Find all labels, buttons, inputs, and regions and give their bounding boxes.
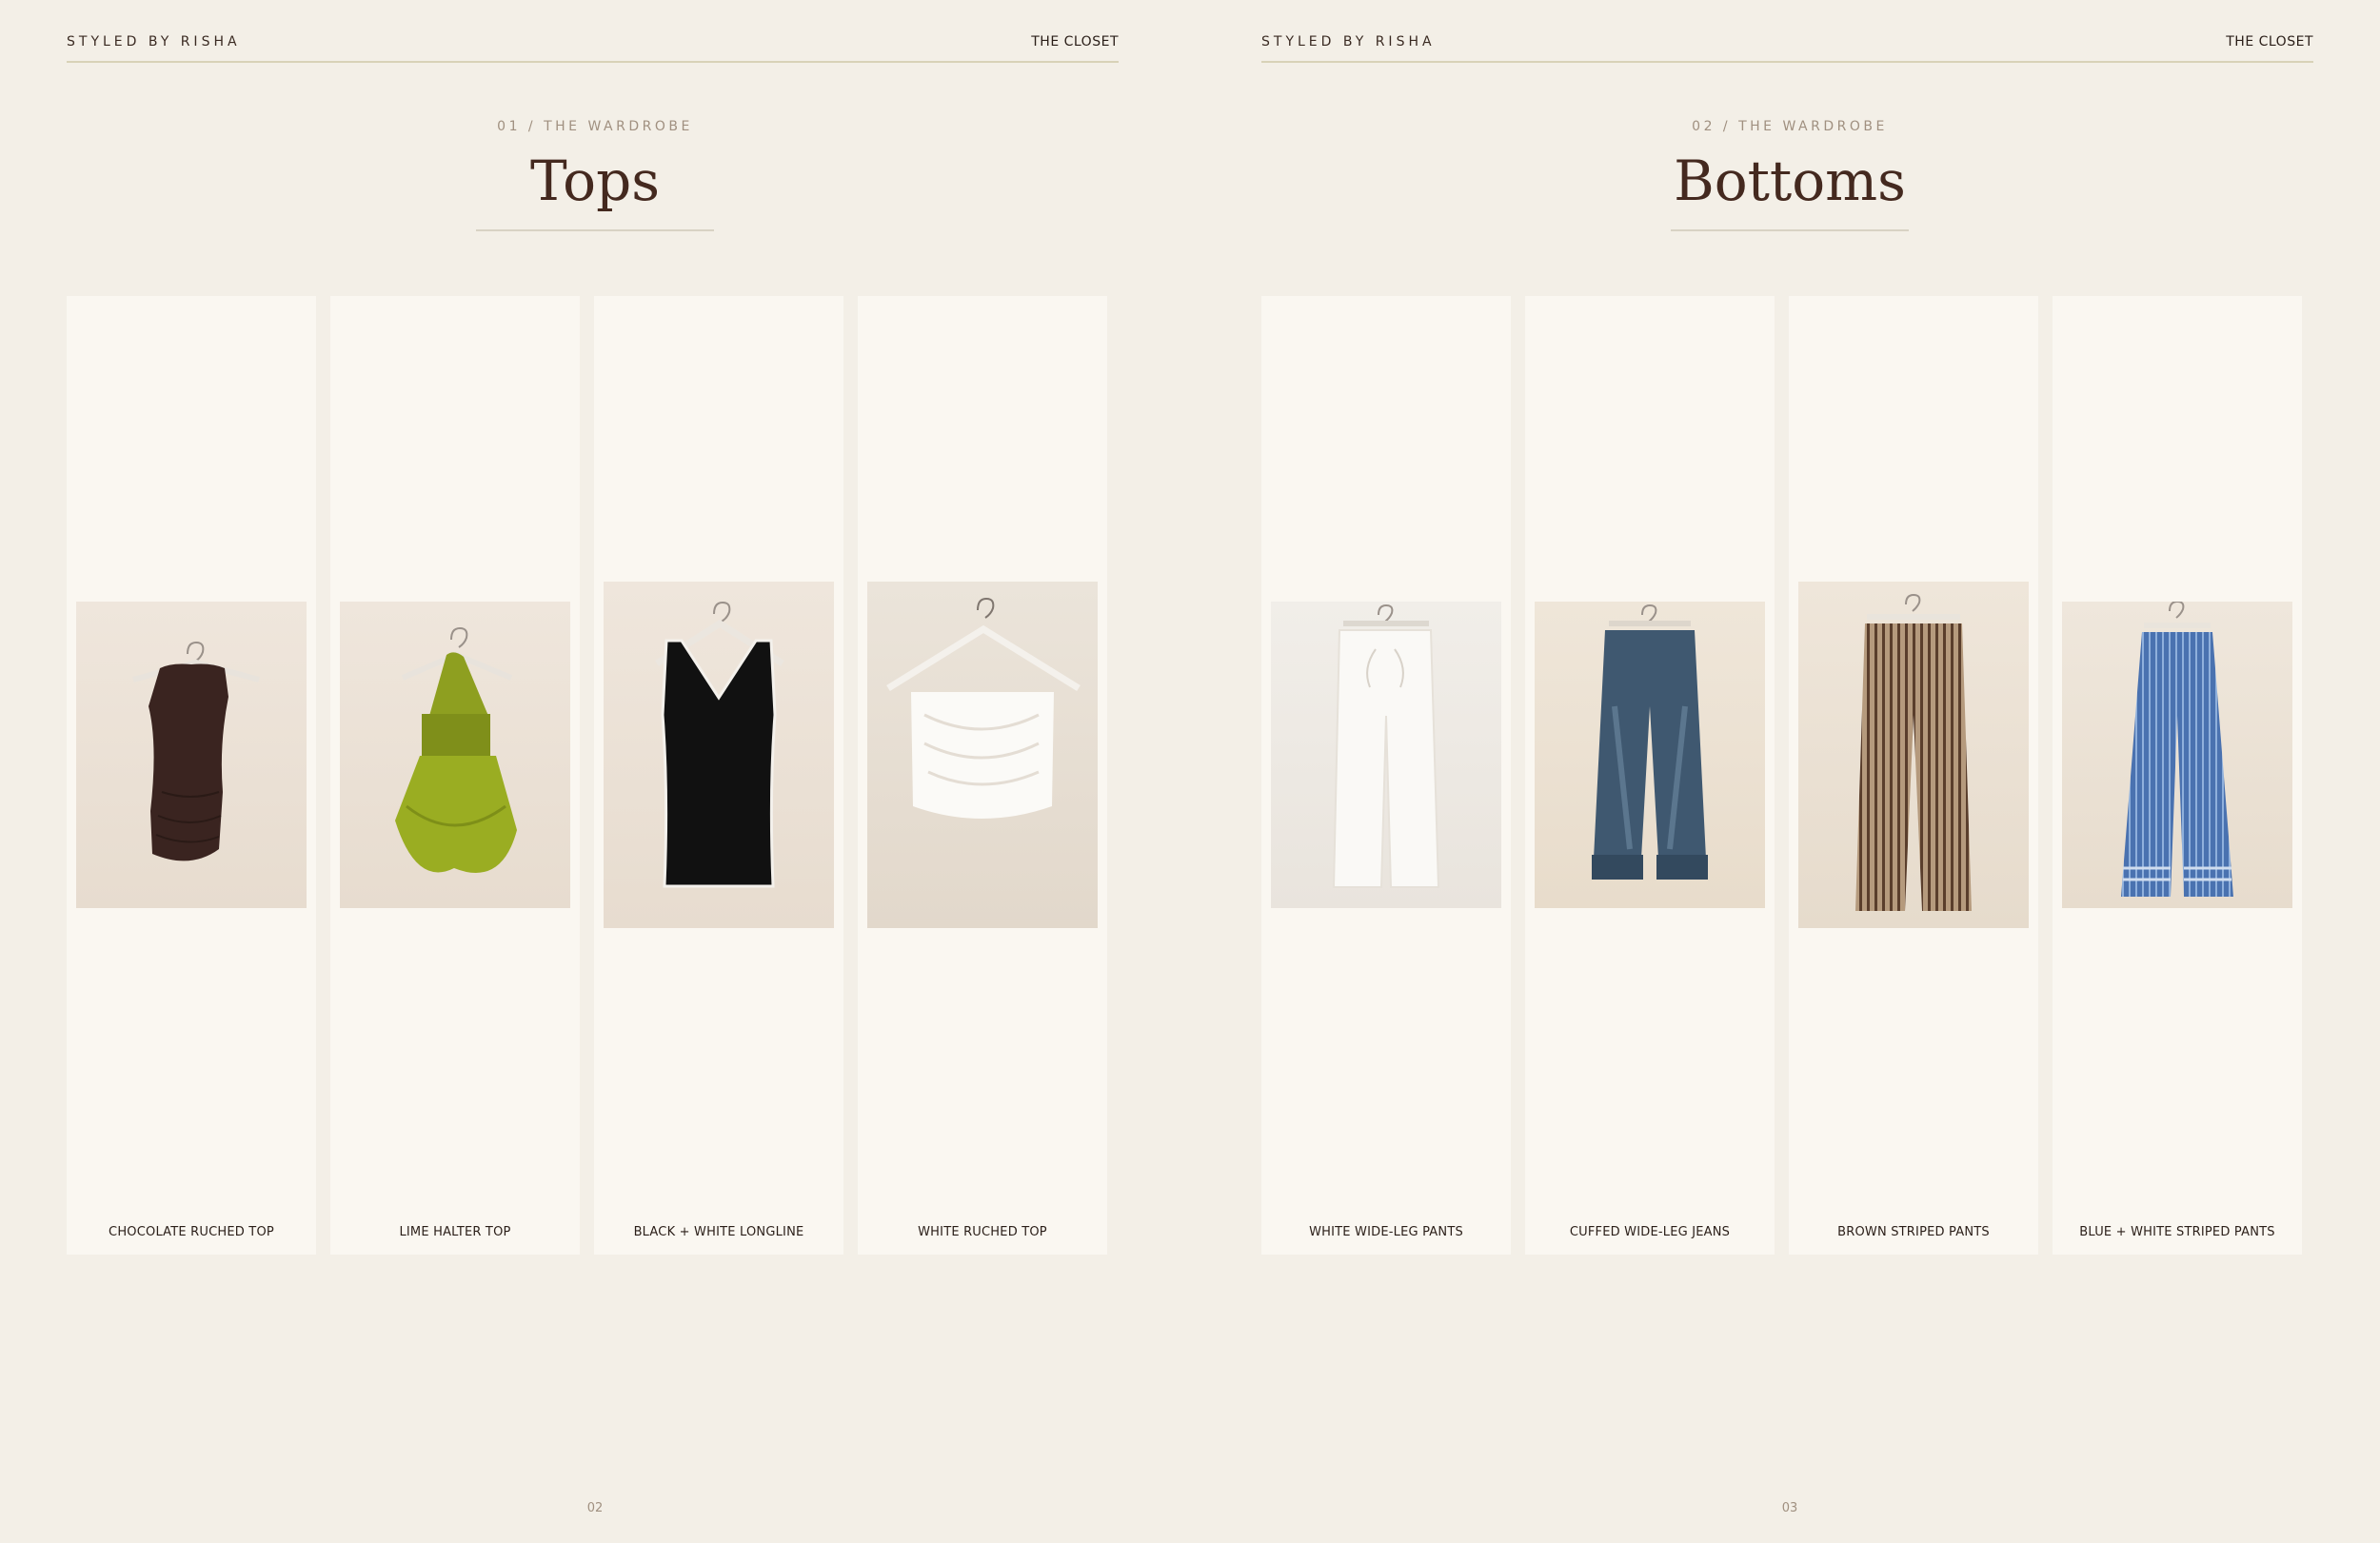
blue-striped-pants-icon: [2062, 602, 2292, 908]
brand-name: STYLED BY RISHA: [67, 34, 241, 49]
product-grid: WHITE WIDE-LEG PANTS CUFFED WIDE-LEG JEA…: [1261, 296, 2318, 1255]
product-label: BLACK + WHITE LONGLINE: [633, 1225, 804, 1239]
section-eyebrow: 01 / THE WARDROBE: [497, 119, 693, 134]
section-title: Bottoms: [1674, 148, 1906, 213]
product-card[interactable]: BLACK + WHITE LONGLINE: [594, 296, 843, 1255]
brand-name: STYLED BY RISHA: [1261, 34, 1436, 49]
page-number: 02: [586, 1501, 604, 1515]
white-pants-icon: [1271, 602, 1501, 908]
denim-jeans-icon: [1535, 602, 1765, 908]
title-divider: [1671, 229, 1909, 231]
product-label: CUFFED WIDE-LEG JEANS: [1569, 1225, 1731, 1239]
black-tank-top-icon: [604, 582, 834, 928]
product-label: BLUE + WHITE STRIPED PANTS: [2079, 1225, 2275, 1239]
product-card[interactable]: LIME HALTER TOP: [330, 296, 580, 1255]
page-bottoms: STYLED BY RISHA THE CLOSET 02 / THE WARD…: [1195, 0, 2380, 1543]
brown-striped-pants-icon: [1798, 582, 2029, 928]
page-number: 03: [1781, 1501, 1798, 1515]
page-header: STYLED BY RISHA THE CLOSET: [1261, 34, 2313, 63]
product-label: WHITE RUCHED TOP: [918, 1225, 1047, 1239]
section-heading: 01 / THE WARDROBE Tops: [0, 119, 1190, 231]
product-label: CHOCOLATE RUCHED TOP: [109, 1225, 274, 1239]
header-section-label: THE CLOSET: [1031, 34, 1119, 49]
product-card[interactable]: CUFFED WIDE-LEG JEANS: [1525, 296, 1775, 1255]
product-label: BROWN STRIPED PANTS: [1837, 1225, 1990, 1239]
white-ruched-top-icon: [867, 582, 1098, 928]
product-card[interactable]: BLUE + WHITE STRIPED PANTS: [2053, 296, 2302, 1255]
product-card[interactable]: CHOCOLATE RUCHED TOP: [67, 296, 316, 1255]
product-label: WHITE WIDE-LEG PANTS: [1309, 1225, 1463, 1239]
product-card[interactable]: BROWN STRIPED PANTS: [1789, 296, 2038, 1255]
product-card[interactable]: WHITE WIDE-LEG PANTS: [1261, 296, 1511, 1255]
header-section-label: THE CLOSET: [2226, 34, 2313, 49]
page-header: STYLED BY RISHA THE CLOSET: [67, 34, 1119, 63]
product-card[interactable]: WHITE RUCHED TOP: [858, 296, 1107, 1255]
brown-sleeveless-top-icon: [76, 602, 307, 908]
title-divider: [476, 229, 714, 231]
section-heading: 02 / THE WARDROBE Bottoms: [1195, 119, 2380, 231]
product-grid: CHOCOLATE RUCHED TOP LIME HALTER TOP BLA…: [67, 296, 1123, 1255]
section-title: Tops: [530, 148, 660, 213]
product-label: LIME HALTER TOP: [399, 1225, 511, 1239]
lime-halter-top-icon: [340, 602, 570, 908]
section-eyebrow: 02 / THE WARDROBE: [1692, 119, 1888, 134]
page-tops: STYLED BY RISHA THE CLOSET 01 / THE WARD…: [0, 0, 1190, 1543]
